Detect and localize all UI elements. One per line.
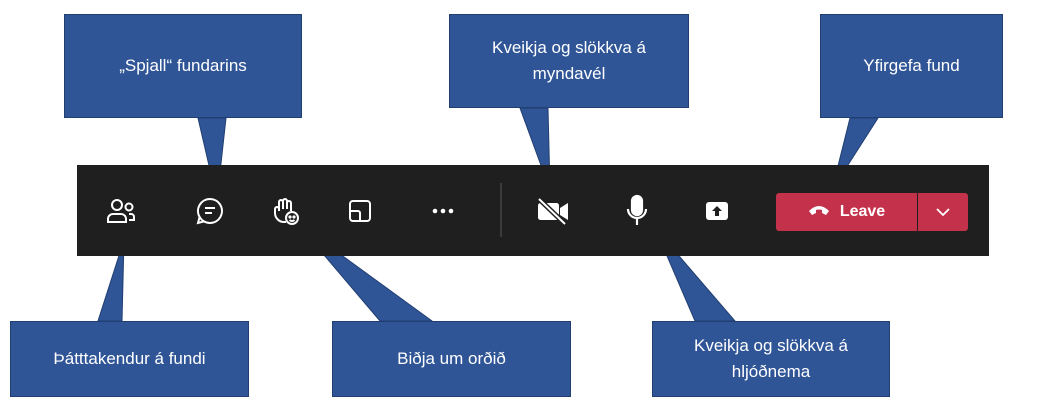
raise-hand-icon xyxy=(270,195,302,227)
more-actions-button[interactable] xyxy=(413,165,473,256)
callout-leave: Yfirgefa fund xyxy=(820,14,1003,118)
callout-mic: Kveikja og slökkva á hljóðnema xyxy=(652,321,890,397)
share-button[interactable] xyxy=(687,165,747,256)
participants-button[interactable] xyxy=(91,165,151,256)
mic-icon xyxy=(625,194,649,228)
participants-icon xyxy=(105,196,137,226)
camera-toggle-button[interactable] xyxy=(523,165,583,256)
rooms-icon xyxy=(347,198,373,224)
leave-label: Leave xyxy=(839,203,886,220)
camera-off-icon xyxy=(535,196,571,226)
phone-hangup-icon xyxy=(808,203,830,221)
leave-button[interactable]: Leave xyxy=(776,193,917,231)
meeting-toolbar: Leave xyxy=(77,165,989,256)
share-icon xyxy=(705,201,729,221)
rooms-button[interactable] xyxy=(330,165,390,256)
callout-raise-hand: Biðja um orðið xyxy=(332,321,571,397)
callout-camera: Kveikja og slökkva á myndavél xyxy=(449,14,689,108)
leave-options-button[interactable] xyxy=(918,193,968,231)
mic-toggle-button[interactable] xyxy=(607,165,667,256)
callout-participants: Þátttakendur á fundi xyxy=(10,321,249,397)
chevron-down-icon xyxy=(936,203,950,221)
toolbar-divider xyxy=(500,183,502,237)
chat-icon xyxy=(195,196,225,226)
annotated-screenshot: Leave „Spjall“ fundarins Kveikja og slök… xyxy=(0,0,1041,403)
chat-button[interactable] xyxy=(180,165,240,256)
callout-chat: „Spjall“ fundarins xyxy=(64,14,302,118)
more-icon xyxy=(431,207,455,215)
raise-hand-button[interactable] xyxy=(256,165,316,256)
